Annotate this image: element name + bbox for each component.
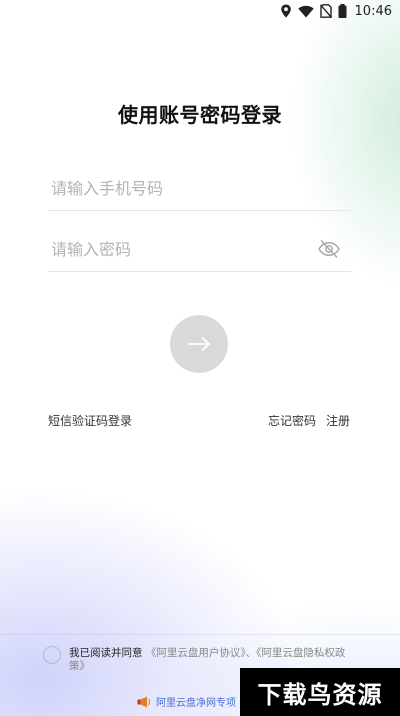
- agreement-prefix: 我已阅读并同意: [69, 647, 143, 659]
- password-field: [48, 227, 351, 272]
- wifi-icon: [297, 5, 314, 17]
- phone-input[interactable]: [51, 174, 311, 202]
- phone-field: [48, 166, 351, 211]
- password-input[interactable]: [51, 235, 311, 263]
- promo-link[interactable]: 阿里云盘净网专项: [137, 694, 236, 709]
- battery-icon: [338, 4, 347, 18]
- status-icons: 10:46: [280, 3, 392, 19]
- user-agreement-link[interactable]: 《阿里云盘用户协议》: [146, 647, 246, 659]
- eye-off-icon[interactable]: [317, 237, 341, 261]
- page-title: 使用账号密码登录: [118, 103, 282, 127]
- horn-icon: [137, 696, 150, 707]
- divider: [0, 634, 400, 635]
- status-bar: 10:46: [0, 0, 400, 22]
- no-sim-icon: [319, 4, 332, 18]
- status-time: 10:46: [354, 3, 392, 19]
- login-submit-button[interactable]: [170, 315, 228, 373]
- watermark: 下载鸟资源: [240, 668, 400, 716]
- arrow-right-icon: [188, 336, 211, 352]
- register-link[interactable]: 注册: [326, 412, 350, 429]
- sms-login-link[interactable]: 短信验证码登录: [48, 412, 132, 429]
- promo-text: 阿里云盘净网专项: [156, 698, 236, 709]
- agreement-separator: 、: [245, 647, 257, 659]
- location-icon: [280, 4, 291, 18]
- forgot-password-link[interactable]: 忘记密码: [268, 412, 316, 429]
- agreement-checkbox[interactable]: [43, 646, 61, 664]
